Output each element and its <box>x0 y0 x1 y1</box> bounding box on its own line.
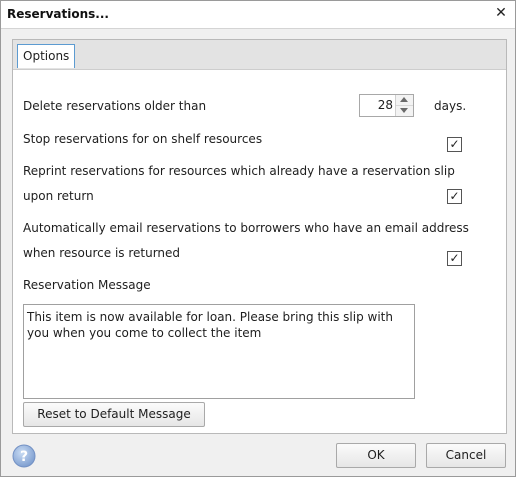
help-icon[interactable]: ? <box>12 444 36 468</box>
email-reservations-checkbox[interactable]: ✓ <box>447 251 462 266</box>
window-title: Reservations... <box>7 7 109 21</box>
tab-strip: Options <box>13 40 506 70</box>
stepper-down-button[interactable] <box>396 106 413 116</box>
days-value[interactable]: 28 <box>378 98 393 112</box>
delete-reservations-label: Delete reservations older than <box>23 99 207 113</box>
arrow-up-icon <box>400 97 408 102</box>
stepper-up-button[interactable] <box>396 95 413 106</box>
reservation-message-label: Reservation Message <box>23 278 151 292</box>
stop-reservations-checkbox[interactable]: ✓ <box>447 137 462 152</box>
checkmark-icon: ✓ <box>449 251 460 265</box>
stop-reservations-label: Stop reservations for on shelf resources <box>23 132 263 146</box>
reset-default-message-button[interactable]: Reset to Default Message <box>23 402 205 427</box>
email-reservations-label: Automatically email reservations to borr… <box>23 221 469 235</box>
reprint-reservations-label: Reprint reservations for resources which… <box>23 164 455 178</box>
title-bar: Reservations... ✕ <box>1 1 515 29</box>
days-stepper[interactable]: 28 <box>359 94 414 117</box>
arrow-down-icon <box>400 108 408 113</box>
reprint-reservations-checkbox[interactable]: ✓ <box>447 189 462 204</box>
email-reservations-label-cont: when resource is returned <box>23 246 181 260</box>
reservations-dialog: Reservations... ✕ Options Delete reserva… <box>0 0 516 477</box>
tab-options[interactable]: Options <box>17 44 76 68</box>
days-unit-label: days. <box>434 99 467 113</box>
stepper-buttons <box>395 95 413 116</box>
checkmark-icon: ✓ <box>449 189 460 203</box>
cancel-button[interactable]: Cancel <box>426 443 506 468</box>
checkmark-icon: ✓ <box>449 137 460 151</box>
ok-button[interactable]: OK <box>336 443 416 468</box>
reservation-message-textarea[interactable]: This item is now available for loan. Ple… <box>23 304 415 399</box>
svg-text:?: ? <box>20 449 28 465</box>
reprint-reservations-label-cont: upon return <box>23 189 94 203</box>
close-icon[interactable]: ✕ <box>493 5 509 21</box>
